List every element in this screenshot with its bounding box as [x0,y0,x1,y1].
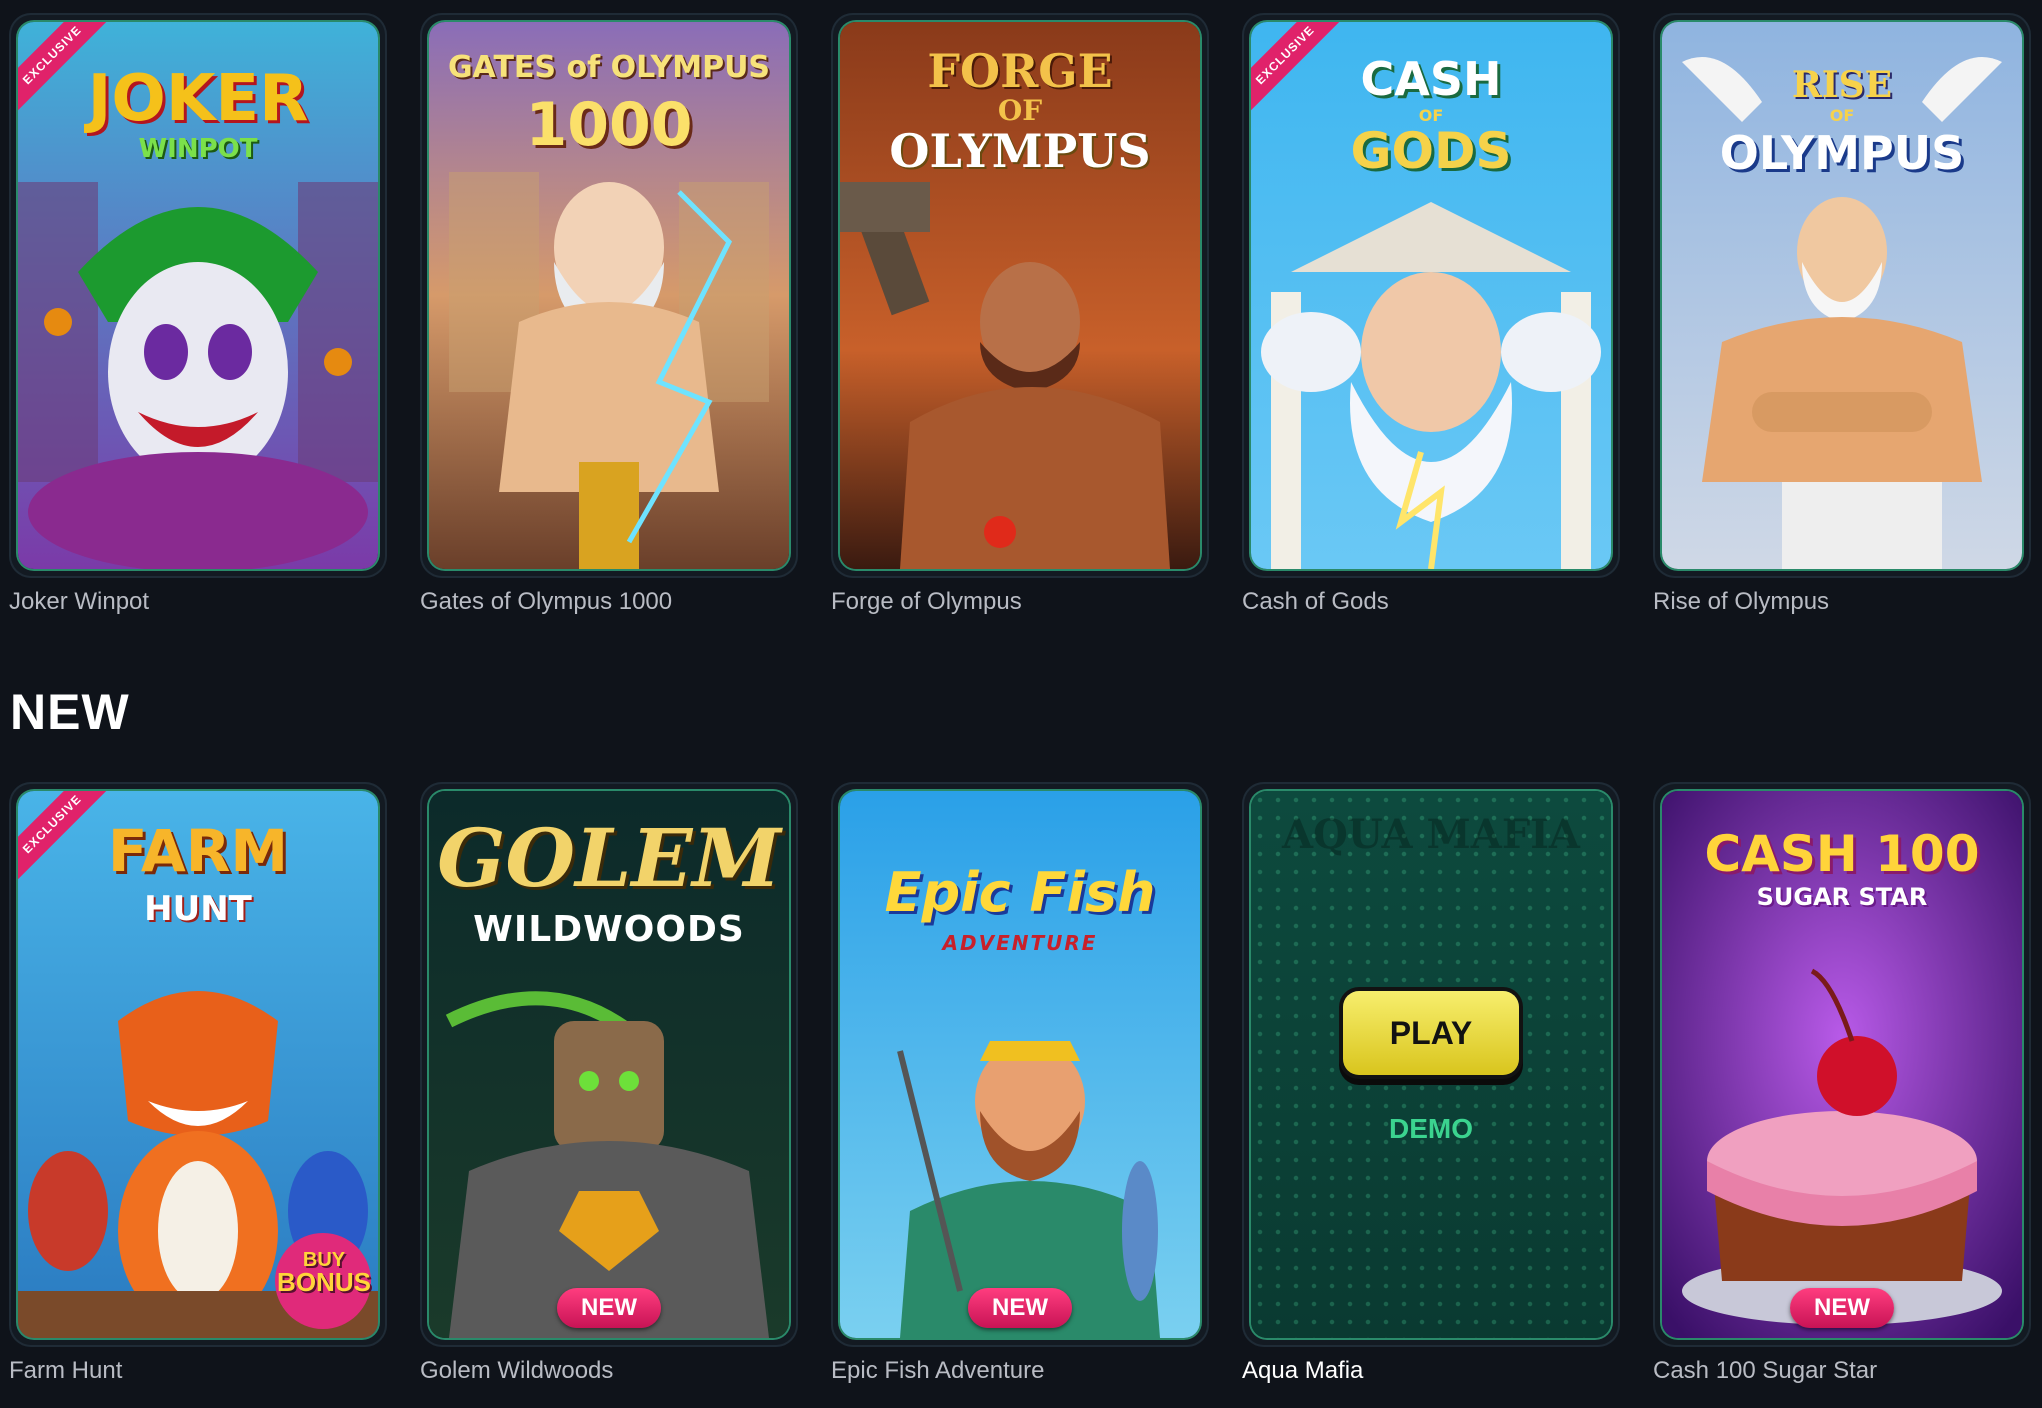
game-card-epic-fish-adventure[interactable]: Epic Fish ADVENTURE NEW [831,782,1209,1347]
game-logo-sub: ADVENTURE [942,931,1098,955]
game-logo-sub: OLYMPUS [889,124,1151,178]
game-thumbnail[interactable]: CASH 100 SUGAR STAR NEW [1662,791,2022,1338]
game-title[interactable]: Epic Fish Adventure [831,1357,1044,1385]
game-card-aqua-mafia[interactable]: AQUA MAFIA PLAY DEMO [1242,782,1620,1347]
game-logo-sub: 1000 [525,90,693,160]
game-title[interactable]: Aqua Mafia [1242,1357,1363,1385]
new-badge: NEW [557,1288,661,1328]
game-card-forge-of-olympus[interactable]: FORGE OF OLYMPUS [831,13,1209,578]
game-title[interactable]: Rise of Olympus [1653,588,1829,616]
game-logo: RISE [1791,64,1893,106]
game-card-joker-winpot[interactable]: JOKER WINPOT EXCLUSIVE [9,13,387,578]
game-logo-sub: WILDWOODS [473,909,745,950]
game-card-gates-of-olympus-1000[interactable]: GATES of OLYMPUS 1000 [420,13,798,578]
game-thumbnail[interactable]: CASH OF GODS EXCLUSIVE [1251,22,1611,569]
game-logo: CASH [1360,52,1502,106]
game-logo-of: OF [1829,106,1855,125]
game-thumbnail[interactable]: FARM HUNT BUY BONUS EXCLUSIVE [18,791,378,1338]
buy-bonus-badge: BUY BONUS [277,1249,371,1297]
game-card-golem-wildwoods[interactable]: GOLEM WILDWOODS NEW [420,782,798,1347]
game-thumbnail[interactable]: FORGE OF OLYMPUS [840,22,1200,569]
game-card-cash-100-sugar-star[interactable]: CASH 100 SUGAR STAR NEW [1653,782,2031,1347]
game-card-cash-of-gods[interactable]: CASH OF GODS EXCLUSIVE [1242,13,1620,578]
game-card-rise-of-olympus[interactable]: RISE OF OLYMPUS [1653,13,2031,578]
game-title[interactable]: Gates of Olympus 1000 [420,588,672,616]
new-badge: NEW [968,1288,1072,1328]
game-logo: FORGE [927,44,1113,98]
game-title[interactable]: Joker Winpot [9,588,149,616]
game-logo-sub: OLYMPUS [1719,126,1965,180]
game-title[interactable]: Farm Hunt [9,1357,122,1385]
game-thumbnail[interactable]: Epic Fish ADVENTURE NEW [840,791,1200,1338]
section-title-new: NEW [10,684,130,740]
play-button[interactable]: PLAY [1343,991,1519,1075]
game-thumbnail[interactable]: GATES of OLYMPUS 1000 [429,22,789,569]
game-logo-sub: WINPOT [138,134,258,164]
game-thumbnail[interactable]: RISE OF OLYMPUS [1662,22,2022,569]
game-thumbnail[interactable]: AQUA MAFIA PLAY DEMO [1251,791,1611,1338]
game-logo: Epic Fish [884,861,1156,924]
game-logo: GOLEM [437,811,781,905]
game-logo: AQUA MAFIA [1282,811,1580,858]
game-logo: GATES of OLYMPUS [447,50,771,85]
game-logo: FARM [107,817,289,885]
game-logo-sub: HUNT [144,889,252,929]
game-logo: CASH 100 [1704,825,1980,883]
game-logo-sub: GODS [1350,122,1512,180]
game-title[interactable]: Cash of Gods [1242,588,1389,616]
game-title[interactable]: Forge of Olympus [831,588,1022,616]
game-logo: JOKER [87,62,309,136]
new-badge: NEW [1790,1288,1894,1328]
game-thumbnail[interactable]: GOLEM WILDWOODS NEW [429,791,789,1338]
game-title[interactable]: Cash 100 Sugar Star [1653,1357,1877,1385]
game-title[interactable]: Golem Wildwoods [420,1357,613,1385]
game-card-farm-hunt[interactable]: FARM HUNT BUY BONUS EXCLUSIVE [9,782,387,1347]
game-logo-sub: SUGAR STAR [1756,883,1928,911]
game-logo-of: OF [997,94,1043,127]
demo-button[interactable]: DEMO [1251,1113,1611,1145]
game-thumbnail[interactable]: JOKER WINPOT EXCLUSIVE [18,22,378,569]
